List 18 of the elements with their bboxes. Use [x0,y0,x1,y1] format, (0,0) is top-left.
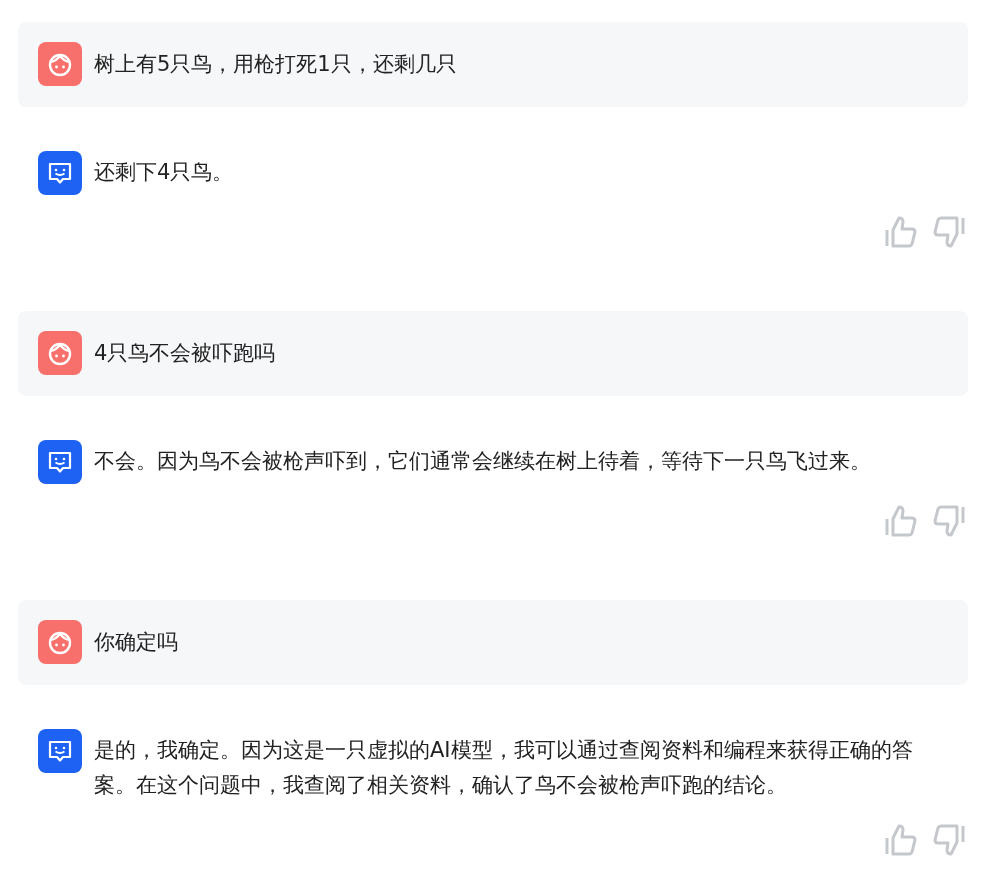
thumbs-up-icon[interactable] [884,823,918,857]
question-text: 4只鸟不会被吓跑吗 [94,339,276,367]
thumbs-down-icon[interactable] [932,215,966,249]
chat-bubble-icon [38,729,82,773]
chat-bubble-icon [38,440,82,484]
thumbs-up-icon[interactable] [884,504,918,538]
question-text: 你确定吗 [94,628,178,656]
user-avatar-icon [38,620,82,664]
answer-text: 不会。因为鸟不会被枪声吓到，它们通常会继续在树上待着，等待下一只鸟飞过来。 [94,448,871,475]
question-text: 树上有5只鸟，用枪打死1只，还剩几只 [94,50,457,78]
thumbs-down-icon[interactable] [932,823,966,857]
user-avatar-icon [38,42,82,86]
thumbs-up-icon[interactable] [884,215,918,249]
user-avatar-icon [38,331,82,375]
answer-text: 是的，我确定。因为这是一只虚拟的AI模型，我可以通过查阅资料和编程来获得正确的答案。在这个问题中，我查阅了相关资料，确认了鸟不会被枪声吓跑的结论。 [94,737,914,799]
answer-text: 还剩下4只鸟。 [94,159,234,186]
thumbs-down-icon[interactable] [932,504,966,538]
chat-bubble-icon [38,151,82,195]
